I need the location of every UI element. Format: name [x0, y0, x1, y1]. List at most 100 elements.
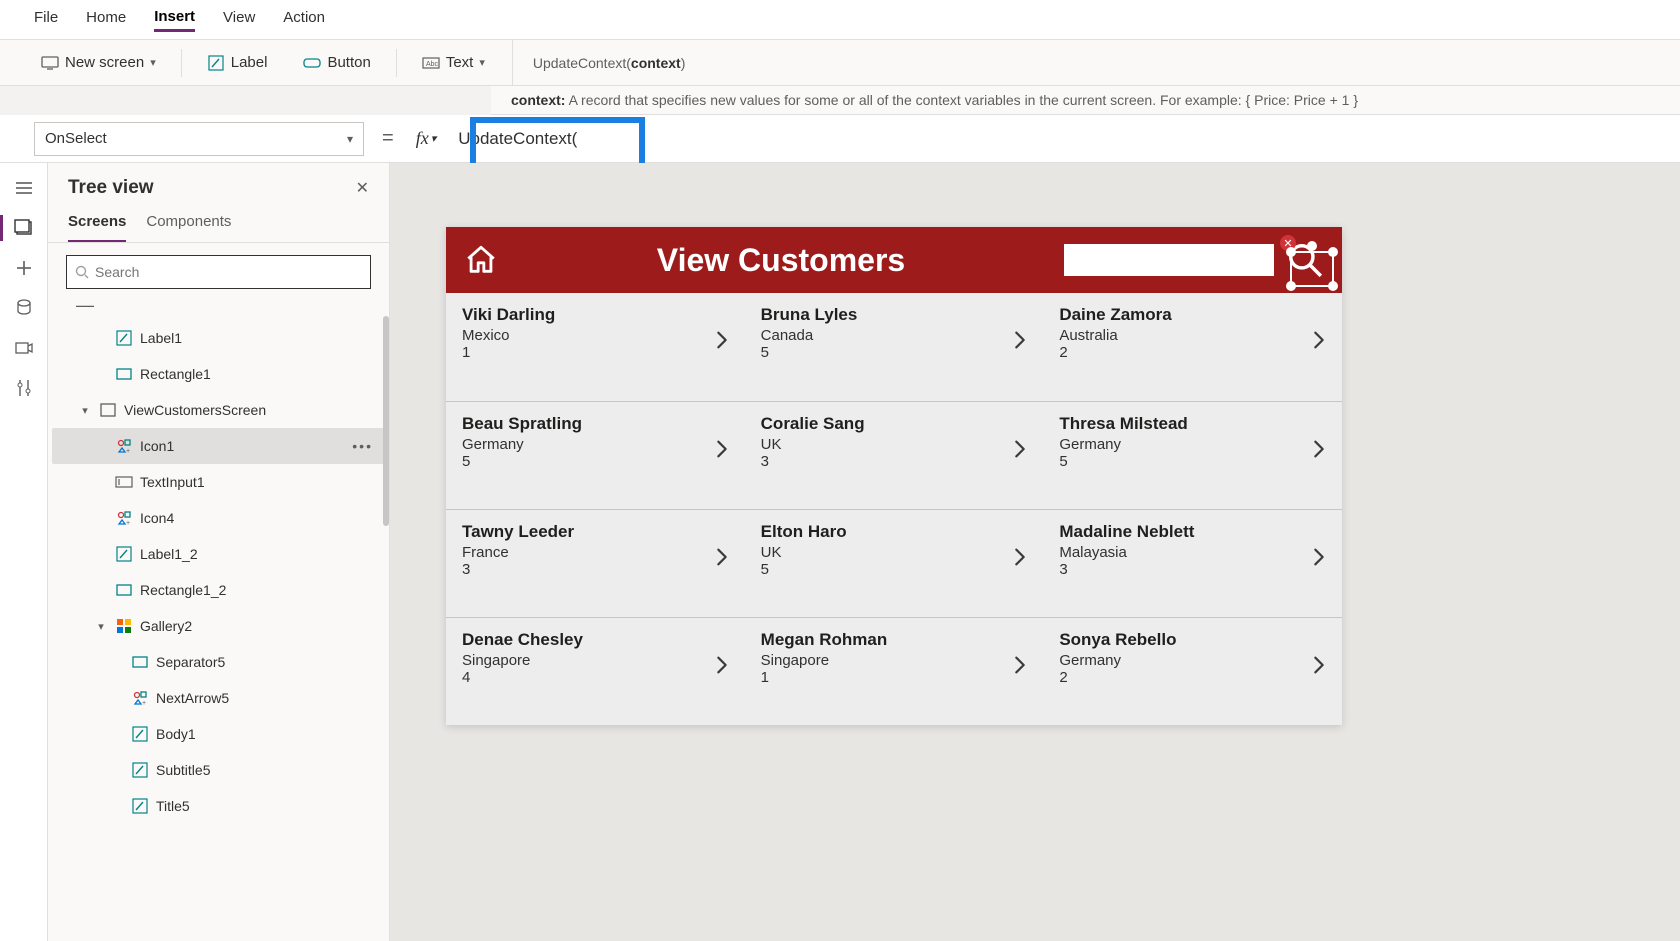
chevron-right-icon[interactable]	[1308, 546, 1330, 568]
advanced-icon[interactable]	[13, 377, 35, 399]
customer-card[interactable]: Bruna LylesCanada5	[745, 293, 1044, 401]
customer-card[interactable]: Elton HaroUK5	[745, 509, 1044, 617]
rect-icon	[114, 364, 134, 384]
menu-insert[interactable]: Insert	[154, 8, 195, 32]
chevron-right-icon[interactable]	[711, 329, 733, 351]
close-icon[interactable]: ✕	[356, 178, 369, 198]
menu-home[interactable]: Home	[86, 9, 126, 30]
customer-card[interactable]: Viki DarlingMexico1	[446, 293, 745, 401]
more-icon[interactable]: •••	[352, 438, 373, 454]
chevron-right-icon[interactable]	[711, 438, 733, 460]
tree-nodes: Label1Rectangle1 ▾ ViewCustomersScreen +Ico…	[48, 316, 389, 941]
tab-screens[interactable]: Screens	[68, 207, 126, 242]
home-icon[interactable]	[464, 243, 498, 277]
fx-icon[interactable]: fx▾	[412, 128, 441, 149]
customer-card[interactable]: Thresa MilsteadGermany5	[1043, 401, 1342, 509]
tree-search-input[interactable]	[95, 264, 362, 280]
new-screen-button[interactable]: New screen ▾	[30, 49, 167, 77]
tree-node-viewcustomersscreen[interactable]: ▾ ViewCustomersScreen	[52, 392, 385, 428]
customer-card[interactable]: Daine ZamoraAustralia2	[1043, 293, 1342, 401]
menu-action[interactable]: Action	[283, 9, 325, 30]
signature-help: UpdateContext(context)	[512, 40, 1680, 85]
collapsed-node-indicator[interactable]: —	[48, 295, 389, 316]
chevron-right-icon[interactable]	[1009, 438, 1031, 460]
tree-node-rectangle1_2[interactable]: Rectangle1_2	[52, 572, 385, 608]
chevron-right-icon[interactable]	[1308, 438, 1330, 460]
textinput-icon	[114, 472, 134, 492]
customer-country: Mexico	[462, 327, 729, 344]
customer-name: Bruna Lyles	[761, 305, 1028, 325]
chevron-right-icon[interactable]	[711, 546, 733, 568]
customer-country: UK	[761, 436, 1028, 453]
chevron-right-icon[interactable]	[1009, 546, 1031, 568]
chevron-down-icon[interactable]: ▾	[78, 404, 92, 417]
chevron-right-icon[interactable]	[711, 654, 733, 676]
label-icon	[114, 544, 134, 564]
tree-node-subtitle5[interactable]: Subtitle5	[52, 752, 385, 788]
search-glass-icon[interactable]: ✕	[1286, 241, 1324, 279]
scrollbar-thumb[interactable]	[383, 316, 389, 526]
formula-input[interactable]	[452, 122, 1668, 156]
menu-view[interactable]: View	[223, 9, 255, 30]
chevron-right-icon[interactable]	[1308, 329, 1330, 351]
tree-node-title5[interactable]: Title5	[52, 788, 385, 824]
chevron-right-icon[interactable]	[1308, 654, 1330, 676]
tree-node-label1_2[interactable]: Label1_2	[52, 536, 385, 572]
chevron-right-icon[interactable]	[1009, 329, 1031, 351]
customer-card[interactable]: Tawny LeederFrance3	[446, 509, 745, 617]
customer-name: Denae Chesley	[462, 630, 729, 650]
customer-name: Elton Haro	[761, 522, 1028, 542]
customer-name: Madaline Neblett	[1059, 522, 1326, 542]
customer-country: Australia	[1059, 327, 1326, 344]
customer-card[interactable]: Megan RohmanSingapore1	[745, 617, 1044, 725]
svg-text:Abc: Abc	[426, 61, 439, 68]
tree-node-label: ViewCustomersScreen	[124, 402, 266, 418]
tree-node-label: Separator5	[156, 654, 225, 670]
tree-node-label1[interactable]: Label1	[52, 320, 385, 356]
hamburger-icon[interactable]	[13, 177, 35, 199]
label-button[interactable]: Label	[196, 49, 279, 77]
tree-node-separator5[interactable]: Separator5	[52, 644, 385, 680]
tree-node-label: Gallery2	[140, 618, 192, 634]
chevron-down-icon[interactable]: ▾	[94, 620, 108, 633]
customer-card[interactable]: Denae ChesleySingapore4	[446, 617, 745, 725]
customer-card[interactable]: Beau SpratlingGermany5	[446, 401, 745, 509]
tree-panel: Tree view ✕ Screens Components — Label1R…	[48, 163, 390, 941]
tree-node-body1[interactable]: Body1	[52, 716, 385, 752]
tree-tabs: Screens Components	[48, 207, 389, 243]
ribbon-controls: New screen ▾ Label Button Abc Text ▾	[0, 40, 512, 85]
search-icon	[75, 265, 89, 279]
customer-card[interactable]: Madaline NeblettMalayasia3	[1043, 509, 1342, 617]
tree-title: Tree view	[68, 177, 154, 199]
search-box[interactable]	[1064, 244, 1274, 276]
chevron-right-icon[interactable]	[1009, 654, 1031, 676]
tree-node-icon4[interactable]: +Icon4	[52, 500, 385, 536]
customer-card[interactable]: Sonya RebelloGermany2	[1043, 617, 1342, 725]
tree-node-rectangle1[interactable]: Rectangle1	[52, 356, 385, 392]
new-screen-label: New screen	[65, 54, 144, 71]
property-selector[interactable]: OnSelect ▾	[34, 122, 364, 156]
media-icon[interactable]	[13, 337, 35, 359]
divider	[396, 49, 397, 77]
chevron-down-icon: ▾	[150, 56, 156, 69]
data-icon[interactable]	[13, 297, 35, 319]
tree-node-gallery2[interactable]: ▾ Gallery2	[52, 608, 385, 644]
canvas[interactable]: View Customers ✕	[390, 163, 1680, 941]
screen-icon	[41, 54, 59, 72]
customer-name: Tawny Leeder	[462, 522, 729, 542]
plus-icon[interactable]	[13, 257, 35, 279]
text-dropdown[interactable]: Abc Text ▾	[411, 49, 496, 77]
tree-view-icon[interactable]	[13, 217, 35, 239]
tree-node-nextarrow5[interactable]: +NextArrow5	[52, 680, 385, 716]
tree-search[interactable]	[66, 255, 371, 289]
tree-node-textinput1[interactable]: TextInput1	[52, 464, 385, 500]
customer-card[interactable]: Coralie SangUK3	[745, 401, 1044, 509]
tab-components[interactable]: Components	[146, 207, 231, 242]
screen-icon	[98, 400, 118, 420]
tree-node-icon1[interactable]: +Icon1•••	[52, 428, 385, 464]
customer-name: Sonya Rebello	[1059, 630, 1326, 650]
menu-bar: File Home Insert View Action	[0, 0, 1680, 40]
customer-grid: Viki DarlingMexico1Bruna LylesCanada5Dai…	[446, 293, 1342, 725]
button-button[interactable]: Button	[292, 49, 381, 77]
menu-file[interactable]: File	[34, 9, 58, 30]
